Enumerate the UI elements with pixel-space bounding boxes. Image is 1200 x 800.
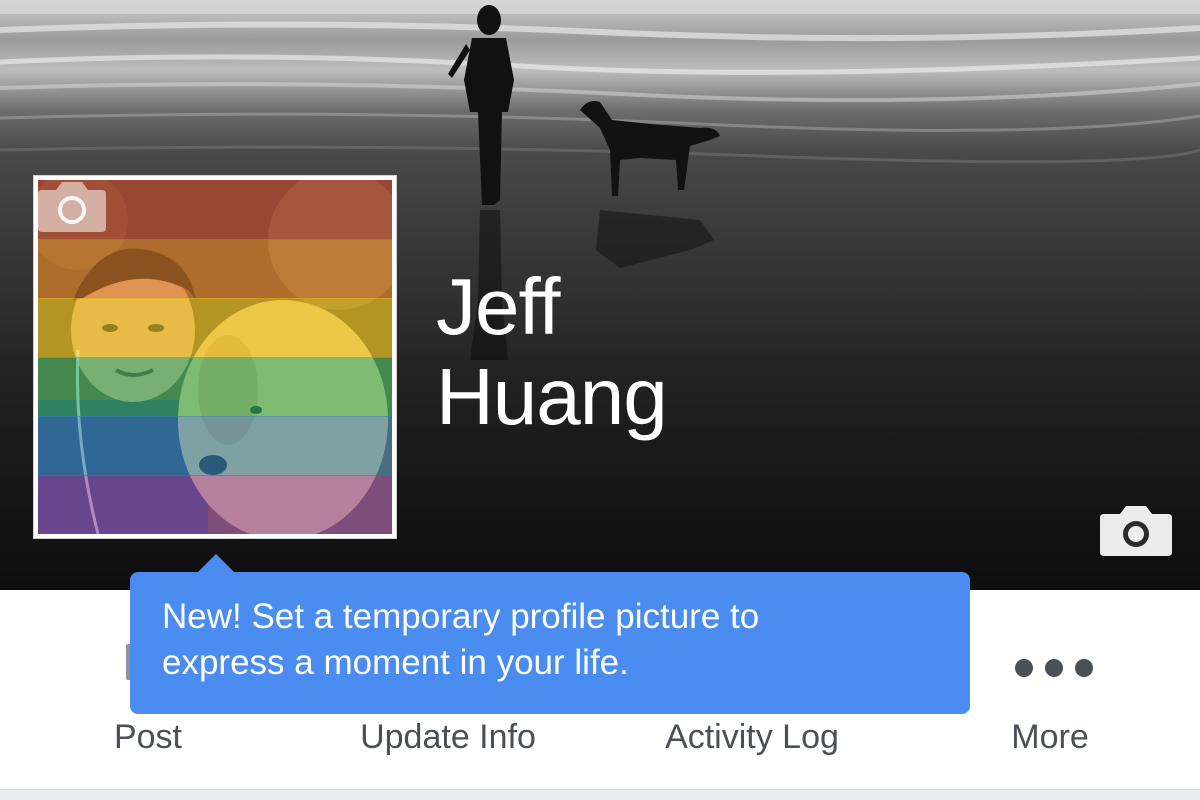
more-label: More: [1011, 718, 1089, 756]
update-info-label: Update Info: [360, 718, 536, 756]
camera-icon[interactable]: [38, 180, 106, 232]
camera-icon[interactable]: [1100, 504, 1172, 556]
dog-silhouette: [580, 101, 720, 196]
last-name: Huang: [436, 352, 668, 441]
rainbow-band: [38, 239, 392, 299]
rainbow-band: [38, 475, 392, 534]
rainbow-band: [38, 416, 392, 476]
rainbow-band: [38, 298, 392, 358]
tooltip-arrow: [196, 554, 236, 574]
tooltip-line-1: New! Set a temporary profile picture to: [162, 597, 760, 636]
profile-photo-rainbow-filter: [38, 180, 392, 534]
rainbow-band: [38, 357, 392, 417]
profile-picture[interactable]: [33, 175, 397, 539]
temporary-profile-picture-tooltip[interactable]: New! Set a temporary profile picture to …: [130, 572, 970, 714]
tooltip-line-2: express a moment in your life.: [162, 643, 629, 682]
person-silhouette: [448, 5, 514, 205]
first-name: Jeff: [436, 262, 560, 351]
profile-name: Jeff Huang: [436, 262, 668, 442]
more-button[interactable]: More: [980, 590, 1120, 790]
activity-log-label: Activity Log: [665, 718, 839, 756]
divider: [0, 789, 1200, 800]
post-label: Post: [113, 718, 183, 756]
